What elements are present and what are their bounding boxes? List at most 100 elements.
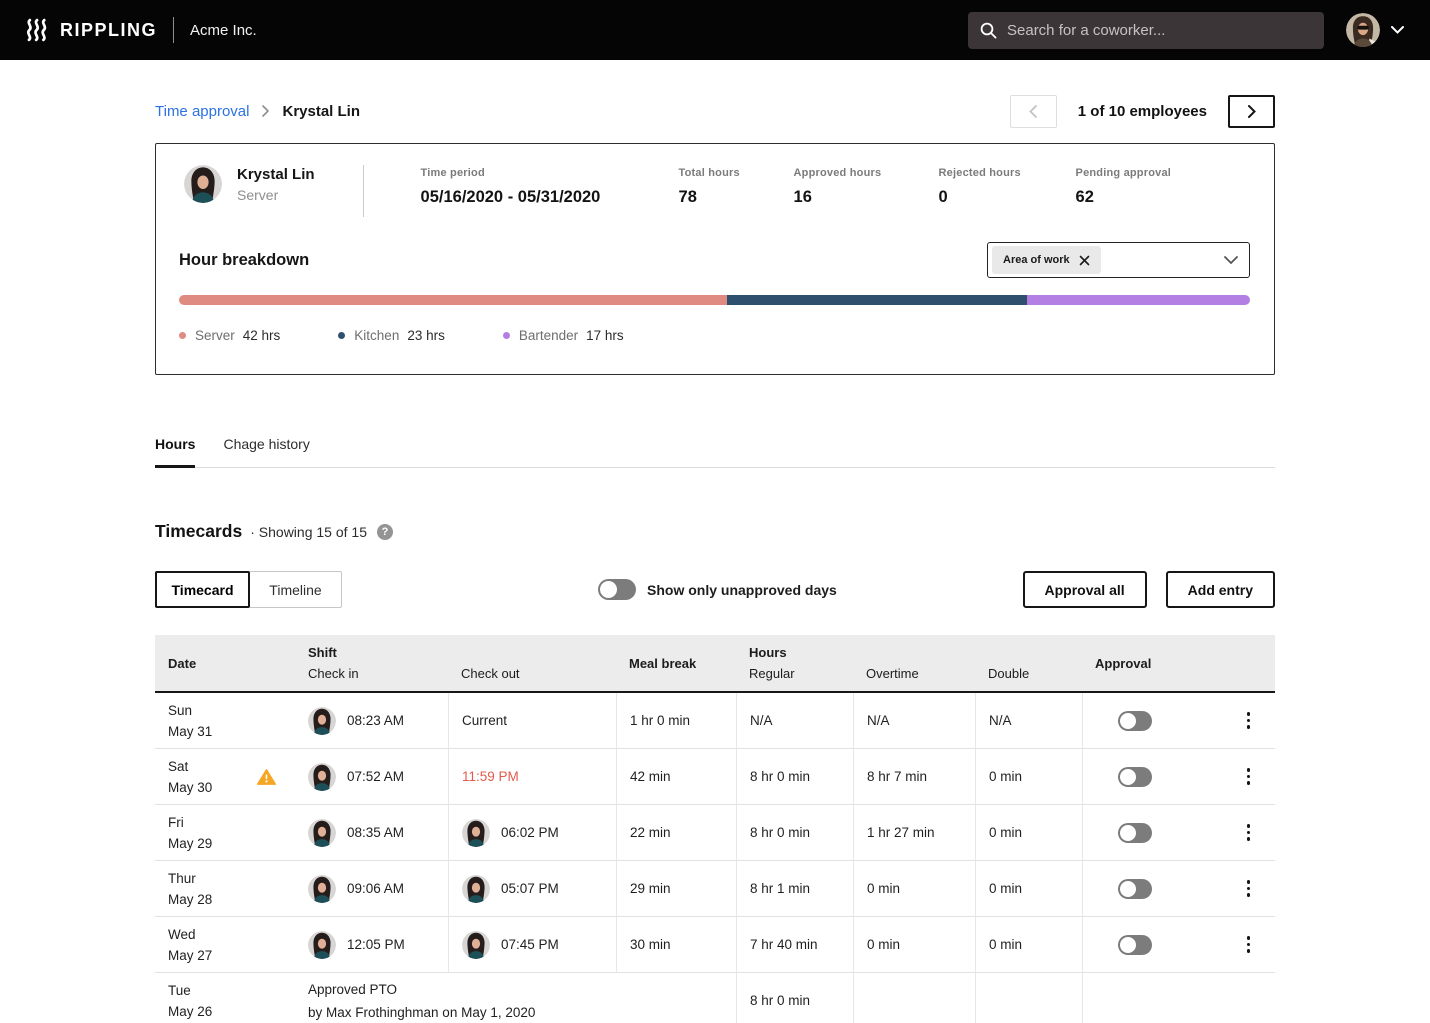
employee-role: Server (237, 187, 315, 203)
add-entry-button[interactable]: Add entry (1166, 571, 1275, 608)
overtime-cell (853, 973, 975, 1023)
legend-name: Bartender (519, 328, 578, 343)
row-menu-kebab-icon[interactable] (1247, 711, 1251, 730)
timecards-table: Date Shift Check in . Check out Meal bre… (155, 635, 1275, 1023)
checkout-cell: 07:45 PM (448, 917, 616, 972)
double-cell: 0 min (975, 917, 1082, 972)
checkout-time: Current (462, 713, 507, 728)
toggle-knob (1120, 713, 1136, 729)
overtime-cell: 0 min (853, 917, 975, 972)
coworker-search[interactable] (968, 12, 1324, 49)
prev-employee-button[interactable] (1010, 95, 1057, 128)
approval-toggle[interactable] (1118, 879, 1152, 899)
employee-avatar (184, 165, 222, 203)
brand: RIPPLING Acme Inc. (24, 17, 257, 43)
employee-summary-card: Krystal Lin Server Time period05/16/2020… (155, 143, 1275, 375)
toggle-knob (1120, 937, 1136, 953)
bar-segment-server (179, 295, 727, 305)
stat-label: Pending approval (1076, 167, 1172, 179)
col-overtime: Overtime (866, 663, 975, 684)
table-row: WedMay 2712:05 PM07:45 PM30 min7 hr 40 m… (155, 917, 1275, 973)
approval-cell (1082, 973, 1275, 1023)
area-of-work-select[interactable]: Area of work (987, 242, 1250, 278)
tab-hours[interactable]: Hours (155, 436, 195, 468)
col-checkout: Check out (461, 663, 616, 684)
legend-dot-icon (503, 332, 510, 339)
legend-value: 42 hrs (243, 328, 281, 343)
date-day: Wed (168, 924, 196, 945)
meal-break-cell: 30 min (616, 917, 736, 972)
double-cell: N/A (975, 693, 1082, 748)
col-double: Double (988, 663, 1082, 684)
tab-chage-history[interactable]: Chage history (223, 436, 309, 468)
approval-cell (1082, 805, 1275, 860)
stat-rejected-hours: Rejected hours0 (939, 167, 1076, 207)
help-icon[interactable]: ? (377, 524, 393, 540)
stat-label: Time period (421, 167, 679, 179)
approval-cell (1082, 749, 1275, 804)
select-chevron-down-icon (1224, 256, 1238, 265)
date-value: May 27 (168, 945, 212, 966)
company-name: Acme Inc. (190, 22, 257, 39)
search-input[interactable] (1007, 22, 1312, 39)
chip-remove-icon[interactable] (1079, 255, 1090, 266)
pto-status: Approved PTO (308, 978, 397, 1001)
pto-approver: by Max Frothinghman on May 1, 2020 (308, 1001, 535, 1023)
row-menu-kebab-icon[interactable] (1247, 879, 1251, 898)
account-menu-chevron-icon[interactable] (1391, 26, 1404, 34)
warning-icon (257, 768, 276, 785)
regular-hours-cell: 8 hr 0 min (736, 749, 853, 804)
stat-approved-hours: Approved hours16 (794, 167, 939, 207)
unapproved-days-toggle[interactable] (598, 579, 636, 600)
date-value: May 30 (168, 777, 212, 798)
employee-avatar (308, 819, 336, 847)
view-timecard-button[interactable]: Timecard (155, 571, 250, 608)
stat-time-period: Time period 05/16/2020 - 05/31/2020 (421, 167, 679, 207)
legend-name: Server (195, 328, 235, 343)
view-timeline-button[interactable]: Timeline (249, 571, 342, 608)
brand-separator (173, 17, 174, 43)
row-menu-kebab-icon[interactable] (1247, 767, 1251, 786)
bar-segment-kitchen (727, 295, 1027, 305)
stat-value: 05/16/2020 - 05/31/2020 (421, 188, 679, 207)
legend-value: 17 hrs (586, 328, 624, 343)
breadcrumb-time-approval[interactable]: Time approval (155, 103, 249, 120)
next-employee-button[interactable] (1228, 95, 1275, 128)
employee-avatar (462, 931, 490, 959)
stat-total-hours: Total hours78 (679, 167, 794, 207)
approval-all-button[interactable]: Approval all (1023, 571, 1147, 608)
date-cell: FriMay 29 (155, 805, 295, 860)
overtime-cell: N/A (853, 693, 975, 748)
approval-toggle[interactable] (1118, 823, 1152, 843)
checkout-time: 07:45 PM (501, 937, 559, 952)
legend-name: Kitchen (354, 328, 399, 343)
table-body: SunMay 3108:23 AMCurrent1 hr 0 minN/AN/A… (155, 693, 1275, 1023)
approval-toggle[interactable] (1118, 767, 1152, 787)
table-header: Date Shift Check in . Check out Meal bre… (155, 635, 1275, 693)
approval-toggle[interactable] (1118, 935, 1152, 955)
bar-segment-bartender (1027, 295, 1250, 305)
approval-cell (1082, 917, 1275, 972)
row-menu-kebab-icon[interactable] (1247, 823, 1251, 842)
stat-value: 16 (794, 188, 939, 207)
col-checkin: Check in (308, 663, 448, 684)
hour-breakdown-bar (179, 295, 1250, 305)
checkout-cell: 11:59 PM (448, 749, 616, 804)
approval-toggle[interactable] (1118, 711, 1152, 731)
area-of-work-chip[interactable]: Area of work (992, 246, 1101, 274)
table-row: SatMay 3007:52 AM11:59 PM42 min8 hr 0 mi… (155, 749, 1275, 805)
checkout-cell: 05:07 PM (448, 861, 616, 916)
pto-cell: Approved PTOby Max Frothinghman on May 1… (295, 973, 736, 1023)
card-divider (363, 165, 364, 217)
legend-dot-icon (338, 332, 345, 339)
row-menu-kebab-icon[interactable] (1247, 935, 1251, 954)
checkin-cell: 09:06 AM (295, 861, 448, 916)
stat-value: 62 (1076, 188, 1172, 207)
checkin-cell: 08:23 AM (295, 693, 448, 748)
double-cell: 0 min (975, 749, 1082, 804)
tab-bar: Hours Chage history (155, 436, 1275, 468)
pager-label: 1 of 10 employees (1078, 103, 1207, 120)
user-avatar[interactable] (1346, 13, 1380, 47)
employee-avatar (308, 875, 336, 903)
date-day: Sun (168, 700, 192, 721)
